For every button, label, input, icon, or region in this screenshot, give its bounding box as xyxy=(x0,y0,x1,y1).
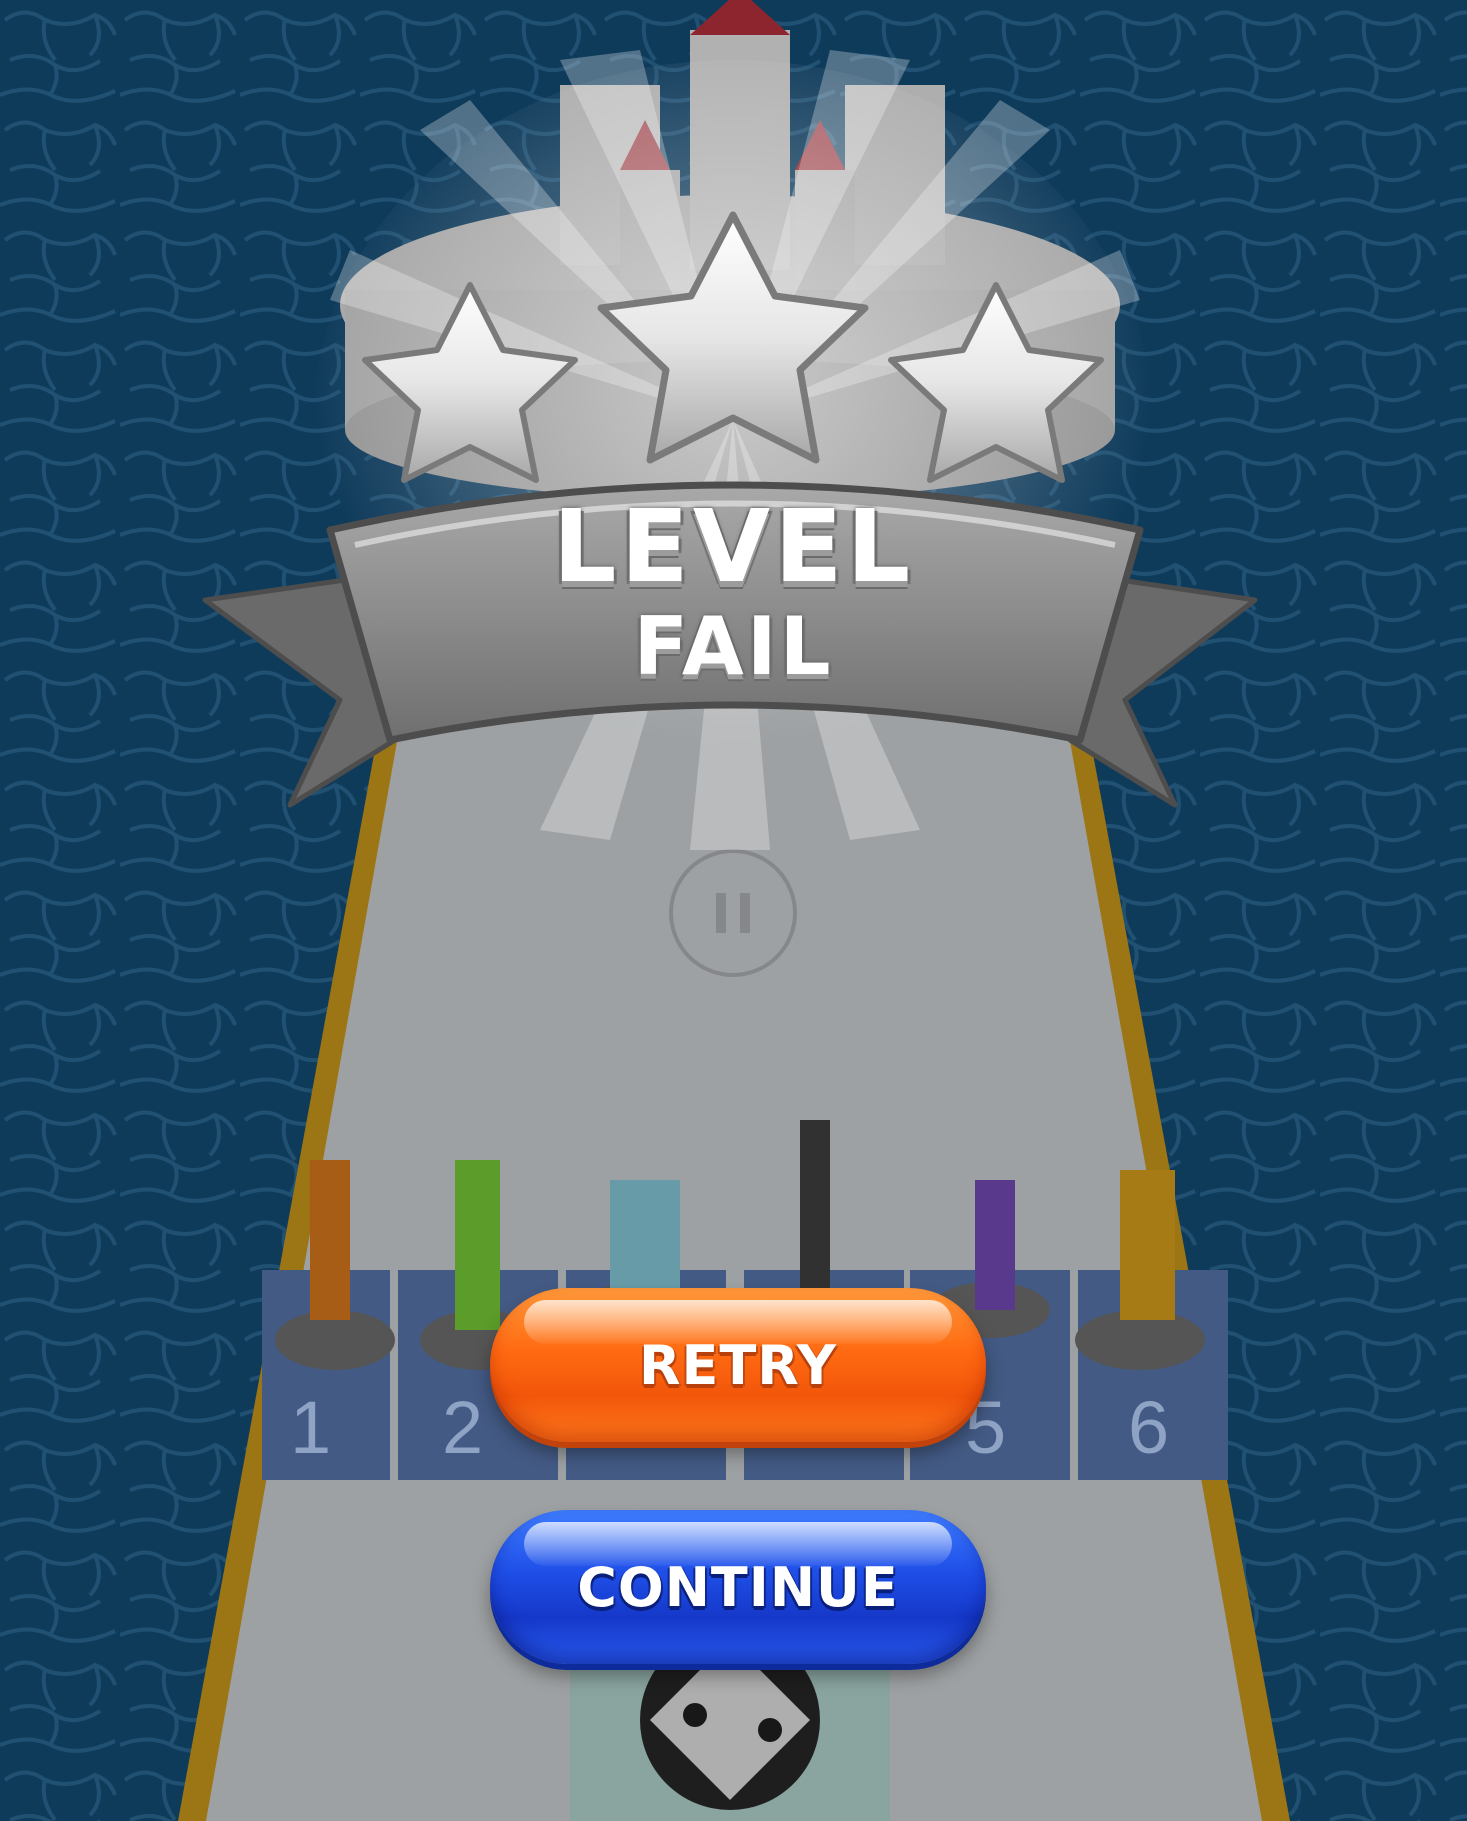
fail-title: FAIL xyxy=(633,600,834,693)
slot-number: 2 xyxy=(442,1386,484,1469)
slot-number: 6 xyxy=(1128,1386,1170,1469)
slot-number: 1 xyxy=(290,1386,332,1469)
continue-button[interactable]: CONTINUE xyxy=(490,1510,986,1664)
level-title: LEVEL xyxy=(552,488,915,605)
continue-button-label: CONTINUE xyxy=(577,1555,899,1619)
retry-button[interactable]: RETRY xyxy=(490,1288,986,1442)
retry-button-label: RETRY xyxy=(638,1333,838,1397)
